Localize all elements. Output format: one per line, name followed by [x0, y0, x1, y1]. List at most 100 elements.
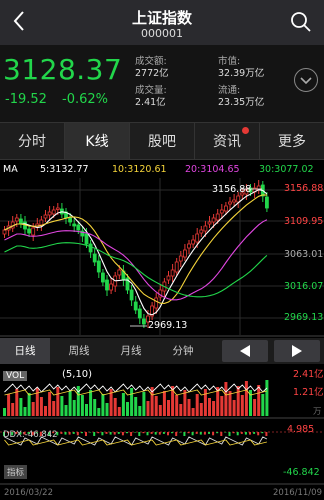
macd-bar	[228, 432, 231, 436]
price-axis-tick: 3109.95	[284, 216, 324, 227]
macd-bar	[261, 432, 264, 434]
volume-bar	[121, 393, 125, 416]
macd-bar	[134, 432, 137, 433]
volume-indicator-params: (5,10)	[62, 369, 93, 380]
candle-body	[232, 199, 237, 203]
volume-bar	[154, 396, 158, 416]
volume-value: 2.41亿	[135, 97, 166, 108]
candle-body	[166, 275, 171, 281]
macd-bar	[105, 432, 108, 434]
candle-body	[72, 223, 77, 227]
volume-bar	[253, 399, 257, 416]
turnover-value: 2772亿	[135, 68, 169, 79]
volume-bar	[105, 403, 109, 416]
scroll-left-button[interactable]	[222, 340, 268, 362]
main-tabs: 分时 K线 股吧 资讯 更多	[0, 122, 324, 160]
candle-body	[223, 205, 228, 212]
volume-bar	[142, 392, 146, 416]
candle-body	[51, 209, 56, 215]
macd-bar	[236, 432, 239, 436]
volume-axis-tick: 2.41亿	[293, 369, 324, 380]
volume-axis-tick: 1.21亿	[293, 387, 324, 398]
candle-body	[199, 229, 204, 234]
expand-button[interactable]	[294, 68, 318, 92]
ma5-value: 5:3132.77	[40, 164, 89, 175]
volume-bar	[3, 408, 6, 416]
candle-body	[31, 227, 36, 236]
macd-bar	[93, 432, 96, 436]
candle-body	[191, 239, 196, 245]
volume-bar	[232, 400, 236, 416]
macd-bar	[216, 432, 219, 434]
macd-bar	[76, 432, 79, 436]
macd-bar	[138, 432, 141, 436]
macd-bar	[85, 432, 87, 436]
volume-bar	[11, 403, 15, 416]
kline-chart[interactable]	[0, 176, 324, 488]
scroll-right-button[interactable]	[274, 340, 320, 362]
macd-bar	[130, 432, 133, 436]
candle-body	[14, 217, 19, 222]
volume-bar	[97, 408, 101, 416]
volume-bar	[44, 406, 47, 416]
macd-bar	[244, 432, 247, 435]
volume-bar	[117, 407, 121, 416]
tab-timeshare[interactable]: 分时	[0, 123, 65, 159]
candle-body	[187, 243, 191, 249]
quote-panel: 3128.37 -19.52 -0.62% 成交额: 2772亿 市值: 32.…	[0, 45, 324, 122]
volume-bar	[261, 394, 265, 416]
tab-news[interactable]: 资讯	[195, 123, 260, 159]
volume-bar	[187, 399, 191, 416]
macd-bar	[154, 432, 157, 435]
volume-bar	[93, 399, 97, 416]
price-change-percent: -0.62%	[62, 92, 108, 107]
volume-bar	[240, 395, 244, 416]
candle-body	[101, 272, 105, 283]
tab-kline[interactable]: K线	[65, 123, 130, 159]
macd-bar	[199, 432, 202, 435]
indicator-tab[interactable]: 指标	[4, 465, 28, 479]
candle-body	[207, 221, 212, 225]
macd-bar	[240, 432, 243, 434]
macd-bar	[80, 432, 83, 434]
volume-bar	[126, 402, 129, 416]
volume-bar	[162, 391, 166, 416]
ma10-value: 10:3120.61	[112, 164, 167, 175]
macd-bar	[146, 432, 149, 436]
macd-bar	[64, 432, 67, 435]
period-day[interactable]: 日线	[0, 338, 50, 364]
current-price: 3128.37	[3, 53, 123, 86]
volume-bar	[134, 397, 138, 416]
candle-body	[228, 201, 232, 205]
volume-bar	[175, 395, 179, 416]
macd-bar	[117, 432, 120, 434]
search-icon[interactable]	[290, 11, 312, 33]
volume-bar	[7, 394, 11, 416]
macd-bar	[179, 432, 182, 433]
tab-forum[interactable]: 股吧	[130, 123, 195, 159]
candle-body	[154, 297, 159, 309]
candle-body	[219, 209, 224, 214]
volume-bar	[138, 406, 142, 416]
price-axis-tick: 3016.07	[284, 281, 324, 292]
macd-bar	[195, 432, 198, 434]
volume-bar	[257, 385, 261, 416]
candle-body	[39, 219, 44, 226]
macd-bar	[191, 432, 194, 436]
candle-body	[92, 253, 97, 263]
period-week[interactable]: 周线	[54, 338, 104, 364]
macd-dea-line	[4, 439, 268, 446]
candle-body	[141, 318, 146, 325]
period-minute[interactable]: 分钟	[158, 338, 208, 364]
volume-bar	[39, 397, 43, 416]
macd-bar	[142, 432, 145, 434]
candle-body	[170, 269, 175, 277]
macd-bar	[175, 432, 178, 436]
volume-bar	[212, 401, 216, 416]
tab-more[interactable]: 更多	[260, 123, 324, 159]
volume-bar	[101, 394, 105, 416]
volume-bar	[146, 401, 150, 416]
macd-axis-bottom: -46.842	[283, 467, 320, 478]
period-month[interactable]: 月线	[106, 338, 156, 364]
float-value: 23.35万亿	[218, 97, 265, 108]
